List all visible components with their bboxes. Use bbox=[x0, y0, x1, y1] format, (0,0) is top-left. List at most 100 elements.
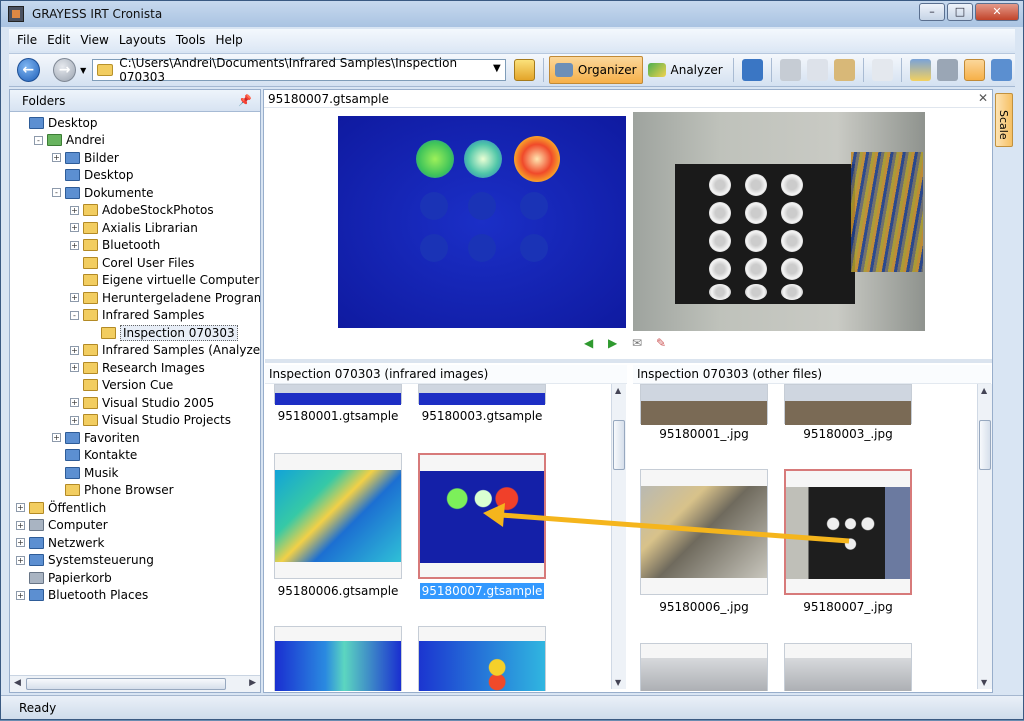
pin-icon[interactable]: 📌 bbox=[238, 94, 252, 107]
folder-tree-item[interactable]: + Bluetooth Places bbox=[16, 587, 148, 604]
expand-icon[interactable]: + bbox=[16, 555, 25, 565]
close-preview-icon[interactable]: ✕ bbox=[978, 91, 988, 105]
expand-icon[interactable]: + bbox=[52, 433, 61, 442]
other-thumbnail[interactable] bbox=[784, 643, 912, 691]
menu-edit[interactable]: Edit bbox=[47, 33, 70, 47]
infrared-thumbnail-label[interactable]: 95180006.gtsample bbox=[265, 584, 418, 598]
next-image-icon[interactable]: ▶ bbox=[608, 336, 622, 350]
other-thumbnail[interactable] bbox=[784, 469, 912, 595]
scrollbar-thumb[interactable] bbox=[613, 420, 625, 470]
mail-icon[interactable]: ✉ bbox=[632, 336, 646, 350]
folder-tree-item[interactable]: Phone Browser bbox=[52, 482, 174, 499]
report-icon[interactable]: ✎ bbox=[656, 336, 670, 350]
new-folder-icon[interactable] bbox=[871, 59, 893, 81]
folder-tree-item[interactable]: + Visual Studio 2005 bbox=[70, 394, 214, 411]
infrared-thumbnail[interactable] bbox=[418, 384, 546, 405]
collapse-icon[interactable]: - bbox=[52, 188, 61, 197]
collapse-icon[interactable]: - bbox=[70, 310, 79, 320]
print-icon[interactable] bbox=[936, 59, 958, 81]
history-dropdown-icon[interactable]: ▼ bbox=[80, 66, 86, 75]
scroll-up-icon[interactable]: ▲ bbox=[615, 386, 621, 395]
pane-splitter[interactable] bbox=[265, 359, 992, 363]
expand-icon[interactable]: + bbox=[16, 590, 25, 600]
copy-icon[interactable] bbox=[806, 59, 828, 81]
folder-tree-item[interactable]: + Favoriten bbox=[52, 429, 140, 446]
expand-icon[interactable]: + bbox=[70, 293, 79, 302]
menu-help[interactable]: Help bbox=[215, 33, 242, 47]
scrollbar-thumb[interactable] bbox=[26, 678, 226, 690]
expand-icon[interactable]: + bbox=[16, 538, 25, 547]
collapse-icon[interactable]: - bbox=[34, 135, 43, 145]
folder-tree-item[interactable]: - Infrared Samples bbox=[70, 307, 204, 324]
expand-icon[interactable]: + bbox=[70, 223, 79, 232]
scroll-up-icon[interactable]: ▲ bbox=[981, 386, 987, 395]
cut-icon[interactable] bbox=[779, 59, 801, 81]
layout-icon[interactable] bbox=[909, 59, 931, 81]
infrared-grid-scrollbar[interactable]: ▲ ▼ bbox=[611, 384, 626, 689]
folder-tree-item[interactable]: + Infrared Samples (Analyzer) bbox=[70, 342, 260, 359]
folder-tree-item[interactable]: Desktop bbox=[16, 114, 98, 131]
expand-icon[interactable]: + bbox=[70, 363, 79, 372]
undo-icon[interactable] bbox=[741, 59, 763, 81]
folder-tree-item[interactable]: + AdobeStockPhotos bbox=[70, 202, 214, 219]
folders-horizontal-scrollbar[interactable]: ◀ ▶ bbox=[10, 675, 260, 692]
back-button[interactable]: ← bbox=[16, 58, 40, 82]
organizer-button[interactable]: Organizer bbox=[548, 56, 643, 84]
infrared-thumbnail-label[interactable]: 95180007.gtsample bbox=[402, 583, 562, 599]
scrollbar-thumb[interactable] bbox=[979, 420, 991, 470]
folder-tree-item[interactable]: + Visual Studio Projects bbox=[70, 412, 231, 429]
folder-tree-item[interactable]: Eigene virtuelle Computer bbox=[70, 272, 259, 289]
other-thumbnail[interactable] bbox=[640, 643, 768, 691]
folder-tree-item[interactable]: - Andrei bbox=[34, 132, 105, 149]
folder-tree-item[interactable]: Inspection 070303 bbox=[88, 324, 238, 341]
folder-tree-item[interactable]: + Bluetooth bbox=[70, 237, 160, 254]
menu-file[interactable]: File bbox=[17, 33, 37, 47]
expand-icon[interactable]: + bbox=[70, 205, 79, 215]
folder-tree-item[interactable]: Desktop bbox=[52, 167, 134, 184]
infrared-thumbnail[interactable] bbox=[418, 453, 546, 579]
infrared-thumbnail[interactable] bbox=[274, 626, 402, 691]
expand-icon[interactable]: + bbox=[52, 153, 61, 162]
folder-tree-item[interactable]: Version Cue bbox=[70, 377, 173, 394]
folder-tree-item[interactable]: + Systemsteuerung bbox=[16, 552, 154, 569]
other-thumbnail[interactable] bbox=[640, 384, 768, 425]
expand-icon[interactable]: + bbox=[70, 345, 79, 355]
infrared-thumbnail[interactable] bbox=[274, 453, 402, 579]
folder-tree-item[interactable]: - Dokumente bbox=[52, 184, 154, 201]
folder-tree-item[interactable]: + Research Images bbox=[70, 359, 205, 376]
scroll-left-icon[interactable]: ◀ bbox=[14, 678, 21, 688]
scroll-right-icon[interactable]: ▶ bbox=[249, 678, 256, 688]
menu-tools[interactable]: Tools bbox=[176, 33, 206, 47]
expand-icon[interactable]: + bbox=[70, 398, 79, 407]
folder-tree-item[interactable]: + Axialis Librarian bbox=[70, 219, 198, 236]
infrared-thumbnail[interactable] bbox=[274, 384, 402, 405]
expand-icon[interactable]: + bbox=[16, 520, 25, 530]
previous-image-icon[interactable]: ◀ bbox=[584, 336, 598, 350]
other-thumbnail[interactable] bbox=[784, 384, 912, 425]
folder-tree-item[interactable]: Musik bbox=[52, 464, 119, 481]
other-thumbnail-label[interactable]: 95180007_.jpg bbox=[768, 600, 928, 614]
folder-tree-item[interactable]: Papierkorb bbox=[16, 569, 112, 586]
other-thumbnail-label[interactable]: 95180003_.jpg bbox=[768, 427, 928, 441]
expand-icon[interactable]: + bbox=[70, 240, 79, 250]
scroll-down-icon[interactable]: ▼ bbox=[981, 678, 987, 687]
folder-tree-item[interactable]: Corel User Files bbox=[70, 254, 194, 271]
infrared-thumbnail-label[interactable]: 95180001.gtsample bbox=[265, 409, 418, 423]
other-files-scrollbar[interactable]: ▲ ▼ bbox=[977, 384, 992, 689]
analyzer-button[interactable]: Analyzer bbox=[643, 56, 728, 84]
minimize-button[interactable]: – bbox=[919, 3, 945, 21]
maximize-button[interactable]: □ bbox=[947, 3, 973, 21]
other-thumbnail-label[interactable]: 95180006_.jpg bbox=[633, 600, 784, 614]
expand-icon[interactable]: + bbox=[70, 415, 79, 425]
scale-side-tab[interactable]: Scale bbox=[995, 93, 1013, 147]
infrared-thumbnail[interactable] bbox=[418, 626, 546, 691]
paste-icon[interactable] bbox=[833, 59, 855, 81]
folder-up-icon[interactable] bbox=[513, 59, 535, 81]
menu-view[interactable]: View bbox=[80, 33, 108, 47]
preview-view-icon[interactable] bbox=[963, 59, 985, 81]
close-window-button[interactable]: ✕ bbox=[975, 3, 1019, 21]
folder-tree-item[interactable]: Kontakte bbox=[52, 447, 137, 464]
forward-button[interactable]: → bbox=[53, 58, 77, 82]
menu-layouts[interactable]: Layouts bbox=[119, 33, 166, 47]
folder-tree-item[interactable]: + Öffentlich bbox=[16, 499, 106, 516]
